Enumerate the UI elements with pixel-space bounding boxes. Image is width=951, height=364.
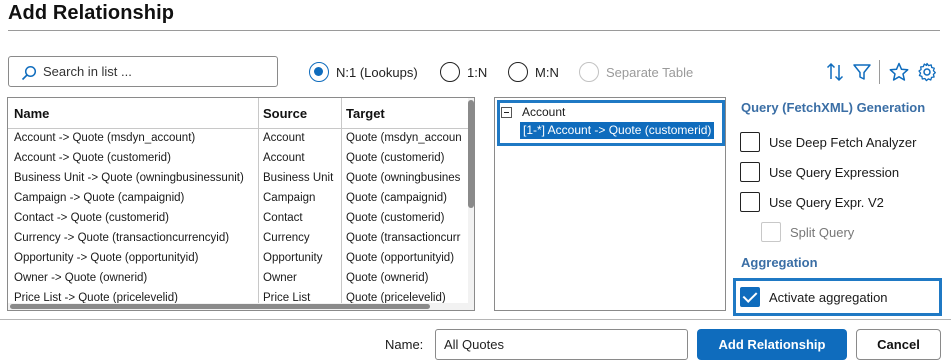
radio-label: Separate Table xyxy=(606,64,694,80)
cell-name: Contact -> Quote (customerid) xyxy=(14,212,169,224)
radio-label: M:N xyxy=(535,64,559,80)
cell-target: Quote (msdyn_accoun xyxy=(346,132,462,144)
column-header-source[interactable]: Source xyxy=(263,106,307,121)
radio-circle xyxy=(309,62,329,82)
table-row[interactable]: Owner -> Quote (ownerid) Owner Quote (owne… xyxy=(8,269,468,289)
cell-name: Owner -> Quote (ownerid) xyxy=(14,272,148,284)
cell-source: Account xyxy=(263,132,305,144)
toolbar-separator xyxy=(879,60,880,84)
sort-icon[interactable] xyxy=(824,61,846,83)
table-row[interactable]: Campaign -> Quote (campaignid) Campaign Qu… xyxy=(8,189,468,209)
relationship-table[interactable]: Name Source Target Account -> Quote (msd… xyxy=(7,97,475,311)
cell-target: Quote (ownerid) xyxy=(346,272,429,284)
cell-source: Opportunity xyxy=(263,252,323,264)
relationship-tree[interactable]: Account [1-*] Account -> Quote (customer… xyxy=(494,97,726,311)
vertical-scrollbar[interactable] xyxy=(468,98,474,310)
checkbox-split-query[interactable]: Split Query xyxy=(761,221,854,243)
cell-target: Quote (owningbusines xyxy=(346,172,461,184)
checkbox-label: Use Deep Fetch Analyzer xyxy=(769,134,917,150)
cell-name: Campaign -> Quote (campaignid) xyxy=(14,192,185,204)
column-header-name[interactable]: Name xyxy=(14,106,49,121)
star-icon[interactable] xyxy=(888,61,910,83)
radio-1n[interactable]: 1:N xyxy=(440,61,487,83)
cancel-button[interactable]: Cancel xyxy=(856,329,941,360)
checkbox-label: Use Query Expr. V2 xyxy=(769,194,884,210)
radio-circle xyxy=(508,62,528,82)
cell-name: Opportunity -> Quote (opportunityid) xyxy=(14,252,199,264)
cell-source: Account xyxy=(263,152,305,164)
title-divider xyxy=(8,30,940,31)
table-row[interactable]: Account -> Quote (msdyn_account) Account Q… xyxy=(8,129,468,149)
table-row[interactable]: Account -> Quote (customerid) Account Quot… xyxy=(8,149,468,169)
tree-child-node[interactable]: [1-*] Account -> Quote (customerid) xyxy=(520,122,715,139)
checkbox-activate-aggregation[interactable]: Activate aggregation xyxy=(740,286,888,308)
column-header-target[interactable]: Target xyxy=(346,106,385,121)
footer-divider xyxy=(0,319,951,320)
checkbox-box xyxy=(740,287,760,307)
radio-separate-table[interactable]: Separate Table xyxy=(579,61,693,83)
horizontal-scrollbar[interactable] xyxy=(8,303,468,310)
cell-name: Account -> Quote (msdyn_account) xyxy=(14,132,196,144)
tree-root-node[interactable]: Account xyxy=(522,105,565,119)
cell-source: Campaign xyxy=(263,192,316,204)
table-row[interactable]: Business Unit -> Quote (owningbusinessun… xyxy=(8,169,468,189)
radio-circle xyxy=(440,62,460,82)
scroll-thumb[interactable] xyxy=(468,100,474,208)
cell-source: Business Unit xyxy=(263,172,334,184)
checkbox-query-expr-v2[interactable]: Use Query Expr. V2 xyxy=(740,191,884,213)
checkbox-query-expression[interactable]: Use Query Expression xyxy=(740,161,899,183)
cell-target: Quote (campaignid) xyxy=(346,192,447,204)
scroll-thumb[interactable] xyxy=(10,304,430,309)
search-input[interactable] xyxy=(43,61,271,82)
search-icon xyxy=(21,65,37,81)
collapse-toggle-icon[interactable] xyxy=(501,107,512,118)
checkbox-deep-fetch-analyzer[interactable]: Use Deep Fetch Analyzer xyxy=(740,131,916,153)
table-row[interactable]: Opportunity -> Quote (opportunityid) Oppo… xyxy=(8,249,468,269)
radio-mn[interactable]: M:N xyxy=(508,61,559,83)
cell-target: Quote (customerid) xyxy=(346,212,445,224)
radio-label: 1:N xyxy=(467,64,488,80)
table-body: Account -> Quote (msdyn_account) Account Q… xyxy=(8,129,468,309)
cell-target: Quote (opportunityid) xyxy=(346,252,455,264)
table-row[interactable]: Currency -> Quote (transactioncurrencyid… xyxy=(8,229,468,249)
cell-target: Quote (transactioncurr xyxy=(346,232,461,244)
name-input[interactable] xyxy=(435,329,688,360)
radio-n1-lookups[interactable]: N:1 (Lookups) xyxy=(309,61,418,83)
checkbox-box xyxy=(740,132,760,152)
checkbox-label: Use Query Expression xyxy=(769,164,900,180)
table-row[interactable]: Contact -> Quote (customerid) Contact Quot… xyxy=(8,209,468,229)
section-title-aggregation: Aggregation xyxy=(741,255,818,270)
section-title-fetchxml: Query (FetchXML) Generation xyxy=(741,100,926,115)
checkbox-box xyxy=(740,162,760,182)
radio-label: N:1 (Lookups) xyxy=(336,64,418,80)
checkbox-box xyxy=(740,192,760,212)
cell-target: Quote (customerid) xyxy=(346,152,445,164)
cell-name: Account -> Quote (customerid) xyxy=(14,152,171,164)
search-box[interactable] xyxy=(8,56,278,87)
cell-source: Contact xyxy=(263,212,303,224)
cell-name: Business Unit -> Quote (owningbusinessun… xyxy=(14,172,244,184)
radio-circle xyxy=(579,62,599,82)
filter-icon[interactable] xyxy=(851,61,873,83)
cell-source: Currency xyxy=(263,232,310,244)
cell-source: Owner xyxy=(263,272,297,284)
name-label: Name: xyxy=(385,337,424,352)
checkbox-label: Split Query xyxy=(790,224,855,240)
add-relationship-button[interactable]: Add Relationship xyxy=(697,329,847,360)
checkbox-label: Activate aggregation xyxy=(769,289,888,305)
gear-icon[interactable] xyxy=(916,61,938,83)
cell-name: Currency -> Quote (transactioncurrencyid… xyxy=(14,232,230,244)
checkbox-box xyxy=(761,222,781,242)
dialog-title: Add Relationship xyxy=(8,2,175,24)
